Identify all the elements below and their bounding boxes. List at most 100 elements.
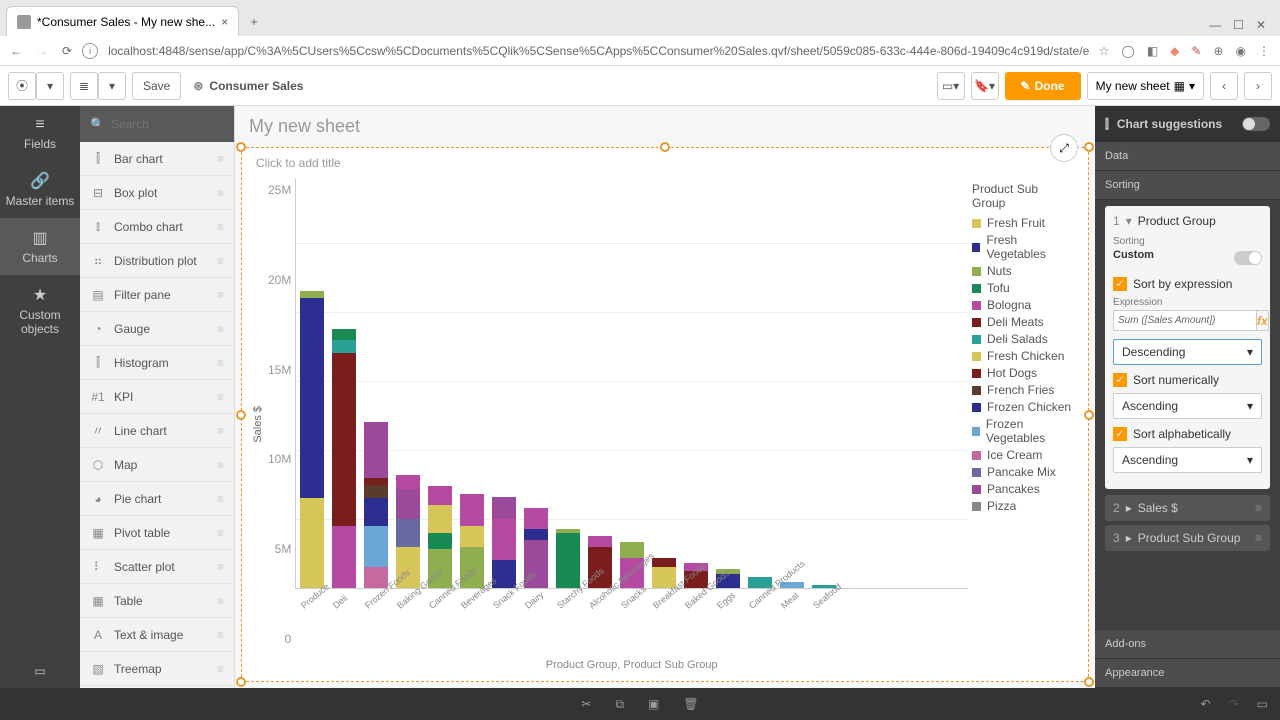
- rail-master-items[interactable]: 🔗Master items: [0, 161, 80, 218]
- asset-item[interactable]: ⠇Scatter plot≡: [80, 550, 234, 584]
- sheet-selector[interactable]: My new sheet ▦ ▾: [1087, 72, 1204, 100]
- grip-icon[interactable]: ≡: [217, 356, 224, 370]
- rail-fields[interactable]: ≡Fields: [0, 106, 80, 161]
- undo-icon[interactable]: ↶: [1201, 697, 1211, 711]
- order-dropdown-3[interactable]: Ascending▾: [1113, 447, 1262, 473]
- bar[interactable]: [556, 529, 580, 588]
- legend-item[interactable]: Deli Salads: [972, 332, 1074, 346]
- menu-icon[interactable]: ⋮: [1258, 44, 1270, 58]
- asset-item[interactable]: ▤Filter pane≡: [80, 278, 234, 312]
- legend-item[interactable]: Pancake Mix: [972, 465, 1074, 479]
- legend-item[interactable]: French Fries: [972, 383, 1074, 397]
- asset-search[interactable]: 🔍: [80, 106, 234, 142]
- grip-icon[interactable]: ≡: [1255, 501, 1262, 515]
- ext4-icon[interactable]: ✎: [1191, 44, 1201, 58]
- sort-by-expression-row[interactable]: ✓Sort by expression: [1113, 277, 1262, 291]
- order-dropdown-1[interactable]: Descending▾: [1113, 339, 1262, 365]
- asset-item[interactable]: ⬡Map≡: [80, 448, 234, 482]
- rail-charts[interactable]: ▥Charts: [0, 218, 80, 275]
- grip-icon[interactable]: ≡: [217, 560, 224, 574]
- sort-row-sales[interactable]: 2 ▸ Sales $ ≡: [1105, 495, 1270, 521]
- sort-row-subgroup[interactable]: 3 ▸ Product Sub Group ≡: [1105, 525, 1270, 551]
- close-tab-icon[interactable]: ×: [221, 15, 228, 29]
- bar[interactable]: [300, 291, 324, 588]
- grip-icon[interactable]: ≡: [217, 594, 224, 608]
- selections-caret[interactable]: ▾: [98, 72, 126, 100]
- asset-item[interactable]: ⠶Distribution plot≡: [80, 244, 234, 278]
- panel-toggle-icon[interactable]: ▭: [1257, 697, 1268, 711]
- grip-icon[interactable]: ≡: [217, 458, 224, 472]
- expand-button[interactable]: ⤢: [1050, 134, 1078, 162]
- next-sheet-button[interactable]: ›: [1244, 72, 1272, 100]
- legend-item[interactable]: Fresh Fruit: [972, 216, 1074, 230]
- ext3-icon[interactable]: ◆: [1170, 44, 1179, 58]
- asset-item[interactable]: ▦Pivot table≡: [80, 516, 234, 550]
- section-data[interactable]: Data: [1095, 142, 1280, 171]
- delete-icon[interactable]: 🗑: [683, 697, 698, 711]
- asset-item[interactable]: AText & image≡: [80, 618, 234, 652]
- legend-item[interactable]: Pancakes: [972, 482, 1074, 496]
- section-appearance[interactable]: Appearance: [1095, 659, 1280, 688]
- profile-icon[interactable]: ◉: [1236, 44, 1246, 58]
- legend-item[interactable]: Deli Meats: [972, 315, 1074, 329]
- order-dropdown-2[interactable]: Ascending▾: [1113, 393, 1262, 419]
- expression-input[interactable]: fx: [1113, 310, 1262, 331]
- browser-tab[interactable]: *Consumer Sales - My new she... ×: [6, 6, 239, 36]
- asset-item[interactable]: ⫿Histogram≡: [80, 346, 234, 380]
- grip-icon[interactable]: ≡: [217, 628, 224, 642]
- new-tab-button[interactable]: +: [239, 8, 269, 36]
- ext5-icon[interactable]: ⊕: [1213, 44, 1223, 58]
- rail-custom-objects[interactable]: ★Custom objects: [0, 275, 80, 346]
- grip-icon[interactable]: ≡: [217, 526, 224, 540]
- legend-item[interactable]: Fresh Vegetables: [972, 233, 1074, 261]
- bookmark-button[interactable]: 🔖▾: [971, 72, 999, 100]
- section-sorting[interactable]: Sorting: [1095, 171, 1280, 200]
- grip-icon[interactable]: ≡: [217, 288, 224, 302]
- bar[interactable]: [332, 329, 356, 588]
- sheet-title[interactable]: My new sheet: [235, 106, 1095, 147]
- asset-item[interactable]: 〃Line chart≡: [80, 414, 234, 448]
- section-addons[interactable]: Add-ons: [1095, 630, 1280, 659]
- sort-alphabetically-row[interactable]: ✓Sort alphabetically: [1113, 427, 1262, 441]
- asset-item[interactable]: ⫿Bar chart≡: [80, 142, 234, 176]
- sort-row-header[interactable]: 1 ▾ Product Group: [1113, 214, 1262, 228]
- fx-button[interactable]: fx: [1257, 310, 1269, 331]
- legend-item[interactable]: Hot Dogs: [972, 366, 1074, 380]
- sort-numerically-row[interactable]: ✓Sort numerically: [1113, 373, 1262, 387]
- rail-collapse-button[interactable]: ▭: [24, 654, 55, 688]
- expression-field[interactable]: [1113, 310, 1257, 331]
- chart-title-placeholder[interactable]: Click to add title: [242, 148, 1088, 178]
- grip-icon[interactable]: ≡: [217, 254, 224, 268]
- legend-item[interactable]: Fresh Chicken: [972, 349, 1074, 363]
- asset-item[interactable]: ▦Table≡: [80, 584, 234, 618]
- grip-icon[interactable]: ≡: [217, 492, 224, 506]
- grip-icon[interactable]: ≡: [217, 390, 224, 404]
- suggestions-toggle[interactable]: [1242, 117, 1270, 131]
- asset-item[interactable]: #1KPI≡: [80, 380, 234, 414]
- asset-item[interactable]: ⊟Box plot≡: [80, 176, 234, 210]
- grip-icon[interactable]: ≡: [217, 424, 224, 438]
- ext1-icon[interactable]: ◯: [1121, 44, 1134, 58]
- asset-item[interactable]: ◔Gauge≡: [80, 312, 234, 346]
- global-menu-caret[interactable]: ▾: [36, 72, 64, 100]
- bar[interactable]: [364, 422, 388, 588]
- site-info-icon[interactable]: i: [82, 43, 98, 59]
- ext2-icon[interactable]: ◧: [1147, 44, 1158, 58]
- legend-item[interactable]: Frozen Chicken: [972, 400, 1074, 414]
- legend-item[interactable]: Ice Cream: [972, 448, 1074, 462]
- legend-item[interactable]: Nuts: [972, 264, 1074, 278]
- save-button[interactable]: Save: [132, 72, 181, 100]
- asset-item[interactable]: ▧Treemap≡: [80, 652, 234, 686]
- grip-icon[interactable]: ≡: [217, 662, 224, 676]
- reload-icon[interactable]: ⟳: [62, 44, 72, 58]
- paste-icon[interactable]: ▣: [648, 697, 659, 711]
- legend-item[interactable]: Frozen Vegetables: [972, 417, 1074, 445]
- resize-handle[interactable]: [660, 142, 670, 152]
- grip-icon[interactable]: ≡: [217, 152, 224, 166]
- back-icon[interactable]: ←: [10, 44, 22, 58]
- custom-sort-toggle[interactable]: [1234, 251, 1262, 265]
- forward-icon[interactable]: →: [36, 44, 48, 58]
- grip-icon[interactable]: ≡: [217, 186, 224, 200]
- minimize-icon[interactable]: —: [1209, 18, 1221, 32]
- redo-icon[interactable]: ↷: [1229, 697, 1239, 711]
